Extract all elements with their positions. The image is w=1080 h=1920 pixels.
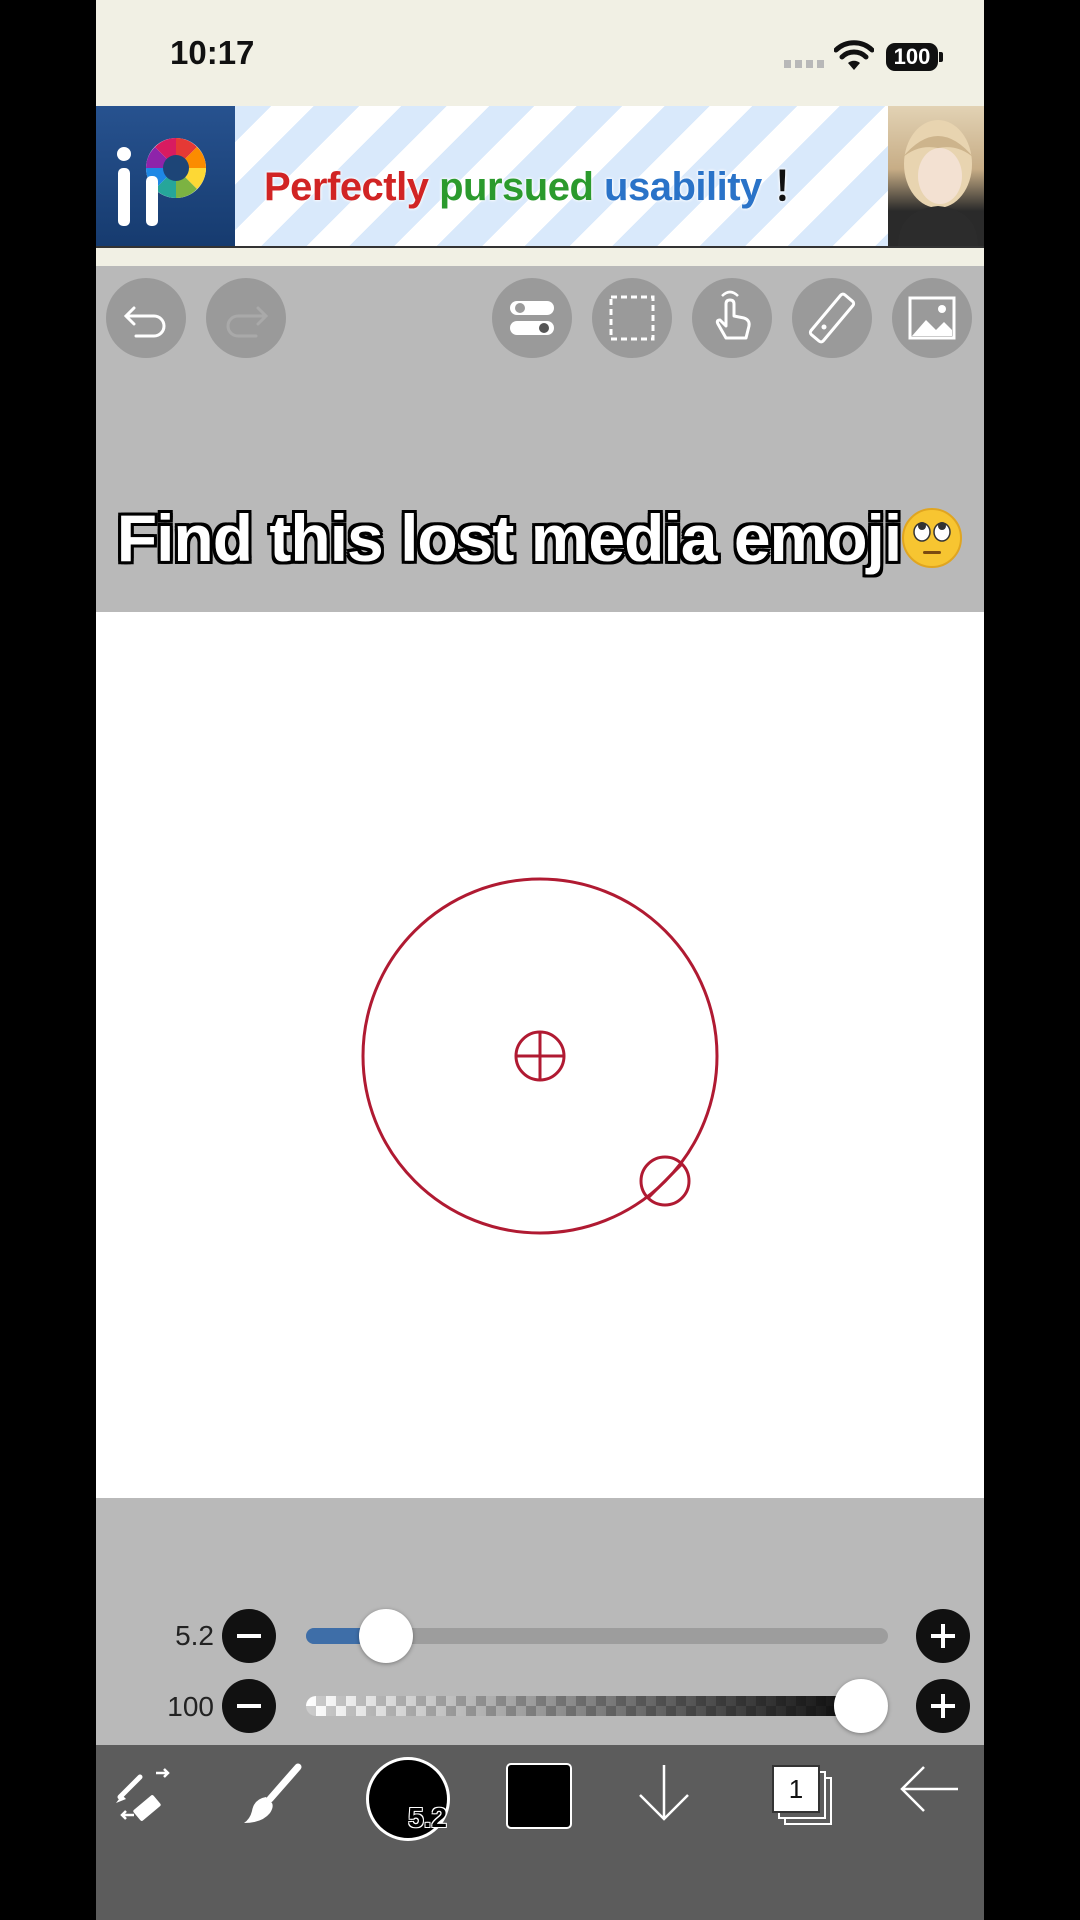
app-logo-icon (96, 106, 235, 246)
selection-button[interactable] (592, 278, 672, 358)
image-button[interactable] (892, 278, 972, 358)
cellular-signal-icon (784, 60, 824, 68)
undo-icon (123, 306, 166, 338)
drawing-canvas[interactable] (96, 612, 984, 1498)
battery-icon: 100 (886, 43, 938, 71)
undo-button[interactable] (106, 278, 186, 358)
ad-headline: Perfectly pursued usability ！ (264, 165, 812, 209)
opacity-slider[interactable] (306, 1679, 888, 1733)
redo-icon (226, 306, 269, 338)
size-increase-button[interactable] (916, 1609, 970, 1663)
brush-eraser-switch-icon[interactable] (110, 1759, 180, 1829)
opacity-decrease-button[interactable] (222, 1679, 276, 1733)
status-time: 10:17 (170, 34, 255, 71)
circle-ruler-guide (361, 877, 719, 1235)
bottom-toolbar: 5.2 1 (96, 1745, 984, 1920)
ad-banner[interactable]: Perfectly pursued usability ！ (96, 106, 984, 246)
layer-count: 1 (772, 1765, 820, 1813)
status-bar: 10:17 100 (96, 0, 984, 106)
hand-icon (715, 290, 751, 340)
brush-size-slider-knob[interactable] (358, 1609, 413, 1663)
eye-roll-emoji-icon (902, 508, 963, 568)
ruler-icon (808, 292, 856, 344)
ruler-radius-handle[interactable] (639, 1155, 691, 1207)
ad-character-image (888, 106, 984, 246)
down-arrow-icon[interactable] (634, 1759, 694, 1829)
brush-settings-panel: 5.2 100 (96, 1498, 984, 1745)
brush-size-button[interactable]: 5.2 (366, 1757, 450, 1841)
hand-button[interactable] (692, 278, 772, 358)
back-arrow-icon[interactable] (894, 1759, 964, 1819)
selection-icon (609, 295, 655, 341)
ruler-center-handle[interactable] (514, 1030, 566, 1082)
app-screen: 10:17 100 Perfectly pursued usability ！ … (96, 0, 984, 1920)
opacity-value: 100 (167, 1691, 214, 1722)
opacity-slider-knob[interactable] (834, 1679, 888, 1733)
brush-size-value: 5.2 (175, 1620, 214, 1651)
overlay-caption: Find this lost media emoji (96, 500, 984, 576)
size-decrease-button[interactable] (222, 1609, 276, 1663)
toggle-button[interactable] (492, 278, 572, 358)
wifi-icon (834, 40, 874, 70)
redo-button[interactable] (206, 278, 286, 358)
brush-size-slider[interactable] (306, 1609, 888, 1663)
brush-tool-icon[interactable] (240, 1759, 310, 1829)
image-icon (908, 296, 956, 340)
color-picker-button[interactable] (506, 1763, 572, 1829)
toggle-icon (510, 301, 554, 335)
ruler-button[interactable] (792, 278, 872, 358)
opacity-increase-button[interactable] (916, 1679, 970, 1733)
